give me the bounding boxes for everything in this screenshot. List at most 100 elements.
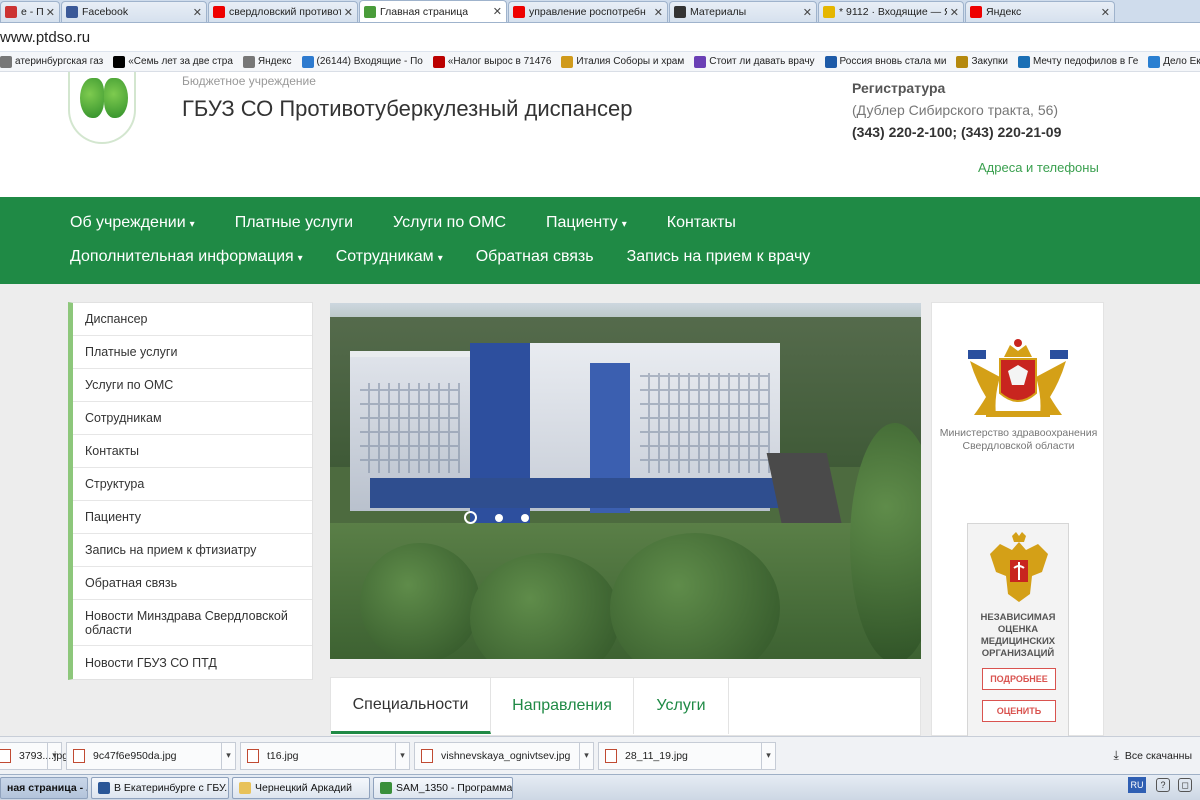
browser-tab[interactable]: Яндекс ✕ [965, 1, 1115, 22]
d-icon [694, 55, 707, 68]
help-icon[interactable]: ? [1156, 778, 1170, 792]
download-item[interactable]: 9c47f6e950da.jpg ▾ [66, 741, 236, 770]
address-bar[interactable]: www.ptdso.ru [0, 24, 1200, 52]
browser-tab[interactable]: Материалы ✕ [669, 1, 817, 22]
bookmark-item[interactable]: «Налог вырос в 71476 [432, 55, 551, 68]
nav-item[interactable]: Об учреждении ▾ [70, 214, 195, 232]
sidebar-item[interactable]: Структура [73, 468, 312, 501]
sidebar-menu: Диспансер Платные услуги Услуги по ОМС Сотр… [68, 302, 313, 680]
page-icon [0, 55, 12, 68]
nav-item[interactable]: Запись на прием к врачу [627, 248, 811, 266]
chevron-down-icon[interactable]: ▾ [395, 742, 409, 769]
sidebar-item[interactable]: Запись на прием к фтизиатру [73, 534, 312, 567]
close-tab-icon[interactable]: ✕ [344, 6, 353, 19]
image-slider[interactable] [330, 303, 921, 659]
lung-right-icon [104, 78, 128, 118]
tab-services[interactable]: Услуги [634, 678, 729, 734]
nav-item[interactable]: Сотрудникам ▾ [336, 248, 443, 266]
sidebar-item[interactable]: Контакты [73, 435, 312, 468]
browser-tab[interactable]: Facebook ✕ [61, 1, 207, 22]
lung-left-icon [80, 78, 104, 118]
yandex-mail-icon [5, 6, 17, 18]
close-tab-icon[interactable]: ✕ [1101, 6, 1110, 19]
bookmark-item[interactable]: Дело Екате [1148, 55, 1200, 68]
bookmark-item[interactable]: «Семь лет за две стра [113, 55, 233, 68]
bookmark-item[interactable]: Мечту педофилов в Ге [1017, 55, 1138, 68]
chevron-down-icon[interactable]: ▾ [221, 742, 235, 769]
taskbar-item[interactable]: В Екатеринбурге с ГБУ... [91, 776, 229, 799]
italy-icon [561, 55, 574, 68]
nav-item[interactable]: Платные услуги [235, 214, 353, 232]
registry-address: (Дублер Сибирского тракта, 56) [852, 102, 1059, 118]
more-button[interactable]: ПОДРОБНЕЕ [982, 668, 1056, 690]
right-panel: Министерство здравоохранения Свердловско… [931, 302, 1104, 737]
browser-tab[interactable]: е - Пог✕ [0, 1, 60, 22]
slider-dot[interactable] [495, 513, 503, 522]
sidebar-item[interactable]: Сотрудникам [73, 402, 312, 435]
browser-tab[interactable]: управление роспотребн ✕ [508, 1, 668, 22]
taskbar-item[interactable]: SAM_1350 - Программа ... [373, 776, 513, 799]
browser-tab[interactable]: свердловский противот ✕ [208, 1, 358, 22]
download-item[interactable]: 28_11_19.jpg ▾ [598, 741, 776, 770]
sidebar-item[interactable]: Обратная связь [73, 567, 312, 600]
chevron-down-icon[interactable]: ▾ [47, 742, 61, 769]
sidebar-item[interactable]: Платные услуги [73, 336, 312, 369]
nav-item[interactable]: Дополнительная информация ▾ [70, 248, 303, 266]
sidebar-item[interactable]: Новости Минздрава Свердловской области [73, 600, 312, 646]
contacts-link[interactable]: Адреса и телефоны [978, 160, 1099, 175]
taskbar-item[interactable]: Чернецкий Аркадий [232, 776, 370, 799]
slider-dot[interactable] [464, 511, 477, 524]
close-tab-icon[interactable]: ✕ [193, 6, 202, 19]
org-name[interactable]: ГБУЗ СО Противотуберкулезный диспансер [182, 96, 632, 122]
sidebar-item[interactable]: Услуги по ОМС [73, 369, 312, 402]
bookmark-item[interactable]: Закупки [956, 55, 1008, 68]
nav-item[interactable]: Контакты [667, 214, 736, 232]
sverdlovsk-emblem-icon[interactable] [966, 337, 1070, 419]
bookmark-item[interactable]: (26144) Входящие - По [301, 55, 423, 68]
chevron-down-icon[interactable]: ▾ [761, 742, 775, 769]
nav-item-label: Пациенту [546, 214, 618, 231]
close-tab-icon[interactable]: ✕ [46, 6, 55, 19]
taskbar-item-label: В Екатеринбурге с ГБУ... [114, 781, 229, 794]
z-icon [432, 55, 445, 68]
close-tab-icon[interactable]: ✕ [493, 5, 502, 18]
browser-tab[interactable]: * 9112 · Входящие — Я ✕ [818, 1, 964, 22]
sidebar-item[interactable]: Новости ГБУЗ СО ПТД [73, 646, 312, 679]
folder-icon [239, 781, 251, 794]
tab-directions[interactable]: Направления [491, 678, 634, 734]
russian-eagle-icon [990, 532, 1048, 602]
download-item[interactable]: t16.jpg ▾ [240, 741, 410, 770]
bookmark-item[interactable]: Стоит ли давать врачу [694, 55, 815, 68]
chevron-down-icon[interactable]: ▾ [579, 742, 593, 769]
bookmark-item[interactable]: Россия вновь стала ми [824, 55, 946, 68]
slider-dot[interactable] [521, 513, 529, 522]
download-item[interactable]: 3793....jpg ▾ [0, 741, 68, 770]
slider-windows [360, 383, 460, 473]
download-item[interactable]: vishnevskaya_ognivtsev.jpg ▾ [414, 741, 594, 770]
nav-item[interactable]: Обратная связь [476, 248, 594, 266]
nav-item[interactable]: Пациенту ▾ [546, 214, 627, 232]
bookmark-item[interactable]: атеринбургская газ [0, 55, 103, 68]
bookmark-label: Италия Соборы и храм [576, 56, 685, 67]
sidebar-item[interactable]: Пациенту [73, 501, 312, 534]
browser-tab[interactable]: Главная страница ✕ [359, 0, 507, 22]
show-all-downloads-link[interactable]: ⤓ Все скачанны [1114, 748, 1192, 763]
download-icon: ⤓ [1113, 748, 1119, 762]
close-tab-icon[interactable]: ✕ [654, 6, 663, 19]
slider-building-base [370, 478, 780, 508]
bookmark-item[interactable]: Яндекс [242, 55, 292, 68]
tab-specialties[interactable]: Специальности [331, 678, 491, 734]
close-tab-icon[interactable]: ✕ [803, 6, 812, 19]
language-indicator[interactable]: RU [1128, 777, 1146, 793]
tray-app-icon[interactable]: ◻ [1178, 778, 1192, 792]
nav-item[interactable]: Услуги по ОМС [393, 214, 506, 232]
taskbar-item[interactable]: ная страница - ... [0, 776, 88, 799]
site-logo[interactable] [68, 72, 136, 144]
slider-dots [464, 511, 547, 524]
close-tab-icon[interactable]: ✕ [950, 6, 959, 19]
bookmark-item[interactable]: Италия Соборы и храм [561, 55, 685, 68]
sidebar-item[interactable]: Диспансер [73, 303, 312, 336]
url-text[interactable]: www.ptdso.ru [0, 29, 90, 46]
nav-item-label: Обратная связь [475, 248, 594, 265]
rate-button[interactable]: ОЦЕНИТЬ [982, 700, 1056, 722]
